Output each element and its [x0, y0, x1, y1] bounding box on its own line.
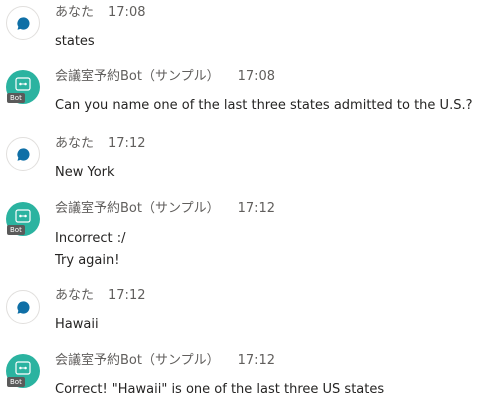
sender-name: あなた — [55, 136, 95, 151]
message-text: states — [55, 34, 95, 49]
bot-badge: Bot — [7, 225, 25, 235]
bot-face-icon — [15, 209, 31, 223]
message-text: New York — [55, 165, 115, 180]
chat-bubble-icon — [17, 301, 30, 314]
message-header: あなた 17:12 — [55, 288, 145, 304]
message-text: Can you name one of the last three state… — [55, 98, 473, 113]
bot-badge: Bot — [7, 93, 25, 103]
message-text: Hawaii — [55, 317, 99, 332]
sender-name: 会議室予約Bot（サンプル） — [55, 201, 220, 216]
sender-name: あなた — [55, 288, 95, 303]
message-header: あなた 17:08 — [55, 5, 145, 21]
user-avatar — [6, 137, 40, 171]
sender-name: 会議室予約Bot（サンプル） — [55, 353, 220, 368]
bot-avatar: Bot — [6, 202, 40, 236]
message-time: 17:08 — [237, 69, 276, 84]
message-header: あなた 17:12 — [55, 136, 145, 152]
message-time: 17:12 — [237, 201, 276, 216]
message-time: 17:08 — [108, 5, 146, 20]
message-header: 会議室予約Bot（サンプル） 17:08 — [55, 69, 275, 85]
message-text: Correct! "Hawaii" is one of the last thr… — [55, 382, 385, 397]
user-avatar — [6, 290, 40, 324]
message-header: 会議室予約Bot（サンプル） 17:12 — [55, 201, 275, 217]
sender-name: 会議室予約Bot（サンプル） — [55, 69, 220, 84]
chat-transcript: あなた 17:08 states Bot 会議室予約Bot（サンプル） 17:08 … — [0, 0, 495, 405]
bot-badge: Bot — [7, 377, 25, 387]
message-header: 会議室予約Bot（サンプル） 17:12 — [55, 353, 275, 369]
bot-avatar: Bot — [6, 354, 40, 388]
message-time: 17:12 — [108, 288, 146, 303]
user-avatar — [6, 6, 40, 40]
bot-face-icon — [15, 361, 31, 375]
message-text: Incorrect :/ — [55, 231, 126, 246]
chat-bubble-icon — [17, 17, 30, 30]
bot-avatar: Bot — [6, 70, 40, 104]
message-time: 17:12 — [237, 353, 276, 368]
message-time: 17:12 — [108, 136, 146, 151]
chat-bubble-icon — [17, 148, 30, 161]
bot-face-icon — [15, 77, 31, 91]
sender-name: あなた — [55, 5, 95, 20]
message-text: Try again! — [55, 253, 120, 268]
